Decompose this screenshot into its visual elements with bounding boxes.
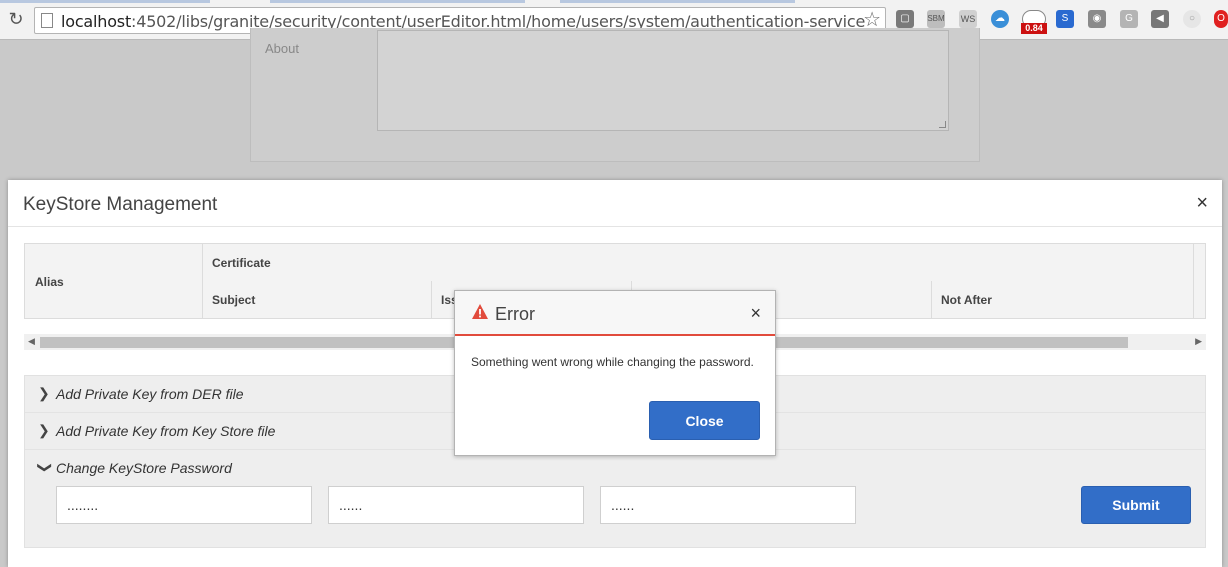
- chevron-right-icon: ❯: [38, 422, 50, 438]
- error-message: Something went wrong while changing the …: [471, 355, 754, 369]
- scroll-right-icon[interactable]: ▶: [1195, 336, 1202, 347]
- alert-icon: [472, 304, 488, 319]
- chevron-right-icon: ❯: [38, 385, 50, 401]
- confirm-password-field[interactable]: [600, 486, 856, 524]
- tab-strip-edge: [0, 0, 210, 3]
- scroll-left-icon[interactable]: ◀: [28, 336, 35, 347]
- about-textarea[interactable]: [377, 30, 949, 131]
- chevron-down-icon: ❯: [37, 461, 54, 474]
- circle-icon[interactable]: ○: [1183, 10, 1201, 28]
- error-dialog-header: Error ×: [455, 291, 775, 336]
- column-header-not-after[interactable]: Not After: [941, 293, 992, 307]
- speedometer-icon[interactable]: 0.84: [1021, 10, 1047, 34]
- speed-badge: 0.84: [1021, 23, 1047, 34]
- camera-icon[interactable]: ◉: [1088, 10, 1106, 28]
- current-password-field[interactable]: [56, 486, 312, 524]
- column-divider: [931, 281, 932, 318]
- close-icon[interactable]: ×: [1196, 192, 1208, 214]
- column-divider: [431, 281, 432, 318]
- resize-grip-icon[interactable]: [939, 121, 946, 128]
- column-divider: [1193, 244, 1194, 318]
- submit-button[interactable]: Submit: [1081, 486, 1191, 524]
- column-header-certificate: Certificate: [212, 256, 271, 270]
- g-icon[interactable]: G: [1120, 10, 1138, 28]
- new-password-field[interactable]: [328, 486, 584, 524]
- page-icon: [41, 13, 53, 28]
- reload-icon[interactable]: ↻: [6, 8, 26, 30]
- audio-icon[interactable]: ◀: [1151, 10, 1169, 28]
- error-dialog: Error × Something went wrong while chang…: [454, 290, 776, 456]
- ws-icon[interactable]: WS: [959, 10, 977, 28]
- url-host: localhost: [61, 12, 132, 31]
- sbm-icon[interactable]: SBM: [927, 10, 945, 28]
- cloud-icon[interactable]: ☁: [991, 10, 1009, 28]
- tab-strip-edge: [560, 0, 795, 3]
- column-header-alias[interactable]: Alias: [35, 275, 64, 289]
- accordion-label: Add Private Key from DER file: [56, 386, 244, 402]
- chromecast-icon[interactable]: ▢: [896, 10, 914, 28]
- opera-icon[interactable]: O: [1214, 10, 1228, 28]
- error-dialog-title: Error: [495, 304, 535, 324]
- accordion-label: Add Private Key from Key Store file: [56, 423, 276, 439]
- tab-strip-edge: [270, 0, 525, 3]
- accordion-label: Change KeyStore Password: [56, 460, 232, 476]
- close-button[interactable]: Close: [649, 401, 760, 440]
- close-icon[interactable]: ×: [750, 303, 761, 324]
- modal-title: KeyStore Management: [23, 194, 218, 215]
- about-label: About: [265, 41, 299, 56]
- s-icon[interactable]: S: [1056, 10, 1074, 28]
- column-divider: [202, 244, 203, 318]
- modal-header: KeyStore Management ×: [8, 180, 1222, 227]
- column-header-subject[interactable]: Subject: [212, 293, 255, 307]
